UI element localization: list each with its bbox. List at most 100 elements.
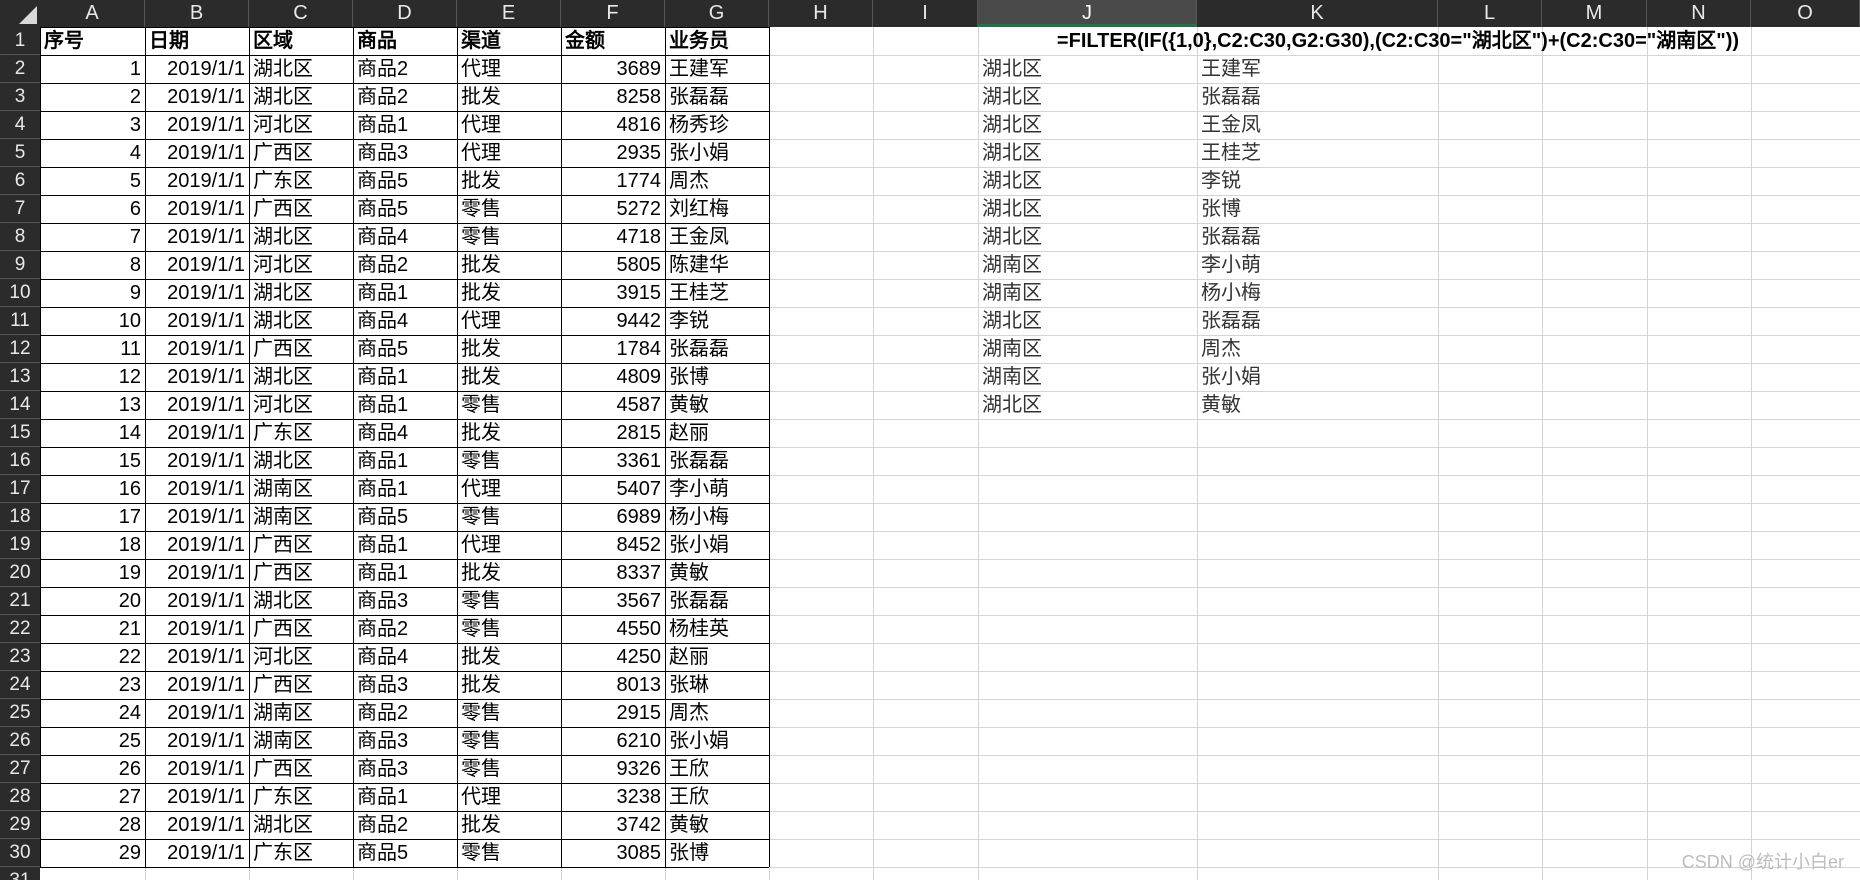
table-cell[interactable]: 17 (40, 503, 145, 531)
column-header-l[interactable]: L (1438, 0, 1542, 27)
table-cell[interactable]: 2019/1/1 (145, 111, 249, 139)
table-cell[interactable]: 广东区 (249, 839, 353, 867)
table-cell[interactable]: 2019/1/1 (145, 391, 249, 419)
table-cell[interactable]: 2915 (561, 699, 665, 727)
row-header-24[interactable]: 24 (0, 671, 40, 699)
table-cell[interactable]: 批发 (457, 811, 561, 839)
table-cell[interactable]: 零售 (457, 223, 561, 251)
row-header-17[interactable]: 17 (0, 475, 40, 503)
table-cell[interactable]: 张小娟 (665, 727, 769, 755)
result-salesperson-cell[interactable]: 李锐 (1197, 167, 1438, 195)
table-cell[interactable]: 2019/1/1 (145, 531, 249, 559)
table-cell[interactable]: 刘红梅 (665, 195, 769, 223)
result-region-cell[interactable]: 湖南区 (978, 251, 1197, 279)
column-header-f[interactable]: F (561, 0, 665, 27)
table-cell[interactable]: 代理 (457, 475, 561, 503)
table-cell[interactable]: 商品1 (353, 391, 457, 419)
table-cell[interactable]: 广西区 (249, 615, 353, 643)
table-cell[interactable]: 广西区 (249, 671, 353, 699)
table-cell[interactable]: 商品2 (353, 811, 457, 839)
table-cell[interactable]: 4587 (561, 391, 665, 419)
result-region-cell[interactable]: 湖北区 (978, 111, 1197, 139)
row-header-27[interactable]: 27 (0, 755, 40, 783)
row-header-12[interactable]: 12 (0, 335, 40, 363)
table-cell[interactable]: 王桂芝 (665, 279, 769, 307)
table-cell[interactable]: 5 (40, 167, 145, 195)
table-cell[interactable]: 商品1 (353, 559, 457, 587)
table-cell[interactable]: 29 (40, 839, 145, 867)
table-cell[interactable]: 23 (40, 671, 145, 699)
result-region-cell[interactable]: 湖北区 (978, 195, 1197, 223)
column-header-c[interactable]: C (249, 0, 353, 27)
table-cell[interactable]: 零售 (457, 447, 561, 475)
table-cell[interactable]: 王建军 (665, 55, 769, 83)
result-region-cell[interactable]: 湖南区 (978, 363, 1197, 391)
column-header-k[interactable]: K (1197, 0, 1438, 27)
row-header-14[interactable]: 14 (0, 391, 40, 419)
table-cell[interactable]: 商品5 (353, 335, 457, 363)
result-region-cell[interactable]: 湖北区 (978, 55, 1197, 83)
table-cell[interactable]: 3361 (561, 447, 665, 475)
table-cell[interactable]: 零售 (457, 195, 561, 223)
table-cell[interactable]: 张小娟 (665, 531, 769, 559)
result-region-cell[interactable]: 湖北区 (978, 391, 1197, 419)
table-cell[interactable]: 商品2 (353, 699, 457, 727)
table-cell[interactable]: 批发 (457, 363, 561, 391)
table-cell[interactable]: 张博 (665, 363, 769, 391)
table-cell[interactable]: 张磊磊 (665, 83, 769, 111)
table-cell[interactable]: 2019/1/1 (145, 615, 249, 643)
table-cell[interactable]: 5805 (561, 251, 665, 279)
table-cell[interactable]: 赵丽 (665, 419, 769, 447)
result-salesperson-cell[interactable]: 张磊磊 (1197, 307, 1438, 335)
table-cell[interactable]: 零售 (457, 755, 561, 783)
table-cell[interactable]: 2019/1/1 (145, 363, 249, 391)
table-cell[interactable]: 张磊磊 (665, 335, 769, 363)
table-cell[interactable]: 8 (40, 251, 145, 279)
table-cell[interactable]: 2815 (561, 419, 665, 447)
table-cell[interactable]: 商品4 (353, 223, 457, 251)
table-cell[interactable]: 批发 (457, 419, 561, 447)
row-header-7[interactable]: 7 (0, 195, 40, 223)
table-cell[interactable]: 周杰 (665, 167, 769, 195)
table-cell[interactable]: 杨秀珍 (665, 111, 769, 139)
table-cell[interactable]: 2019/1/1 (145, 559, 249, 587)
table-cell[interactable]: 王欣 (665, 755, 769, 783)
result-region-cell[interactable]: 湖南区 (978, 279, 1197, 307)
table-cell[interactable]: 张磊磊 (665, 587, 769, 615)
table-cell[interactable]: 3742 (561, 811, 665, 839)
table-cell[interactable]: 商品5 (353, 167, 457, 195)
table-cell[interactable]: 6 (40, 195, 145, 223)
row-header-3[interactable]: 3 (0, 83, 40, 111)
table-cell[interactable]: 商品1 (353, 783, 457, 811)
table-cell[interactable]: 批发 (457, 83, 561, 111)
table-cell[interactable]: 28 (40, 811, 145, 839)
table-cell[interactable]: 张博 (665, 839, 769, 867)
table-cell[interactable]: 2019/1/1 (145, 419, 249, 447)
table-cell[interactable]: 商品1 (353, 279, 457, 307)
table-cell[interactable]: 20 (40, 587, 145, 615)
row-header-28[interactable]: 28 (0, 783, 40, 811)
table-cell[interactable]: 6210 (561, 727, 665, 755)
table-cell[interactable]: 22 (40, 643, 145, 671)
table-cell[interactable]: 4718 (561, 223, 665, 251)
table-cell[interactable]: 2019/1/1 (145, 251, 249, 279)
table-cell[interactable]: 河北区 (249, 111, 353, 139)
table-cell[interactable]: 广西区 (249, 531, 353, 559)
row-header-11[interactable]: 11 (0, 307, 40, 335)
result-region-cell[interactable]: 湖南区 (978, 335, 1197, 363)
table-cell[interactable]: 王金凤 (665, 223, 769, 251)
table-cell[interactable]: 代理 (457, 111, 561, 139)
table-cell[interactable]: 3 (40, 111, 145, 139)
table-cell[interactable]: 商品5 (353, 195, 457, 223)
table-cell[interactable]: 零售 (457, 699, 561, 727)
result-salesperson-cell[interactable]: 张小娟 (1197, 363, 1438, 391)
table-cell[interactable]: 21 (40, 615, 145, 643)
table-cell[interactable]: 湖北区 (249, 55, 353, 83)
table-cell[interactable]: 15 (40, 447, 145, 475)
table-cell[interactable]: 广西区 (249, 335, 353, 363)
table-cell[interactable]: 赵丽 (665, 643, 769, 671)
table-cell[interactable]: 广东区 (249, 783, 353, 811)
table-cell[interactable]: 湖北区 (249, 279, 353, 307)
row-header-1[interactable]: 1 (0, 27, 40, 55)
table-cell[interactable]: 湖北区 (249, 363, 353, 391)
